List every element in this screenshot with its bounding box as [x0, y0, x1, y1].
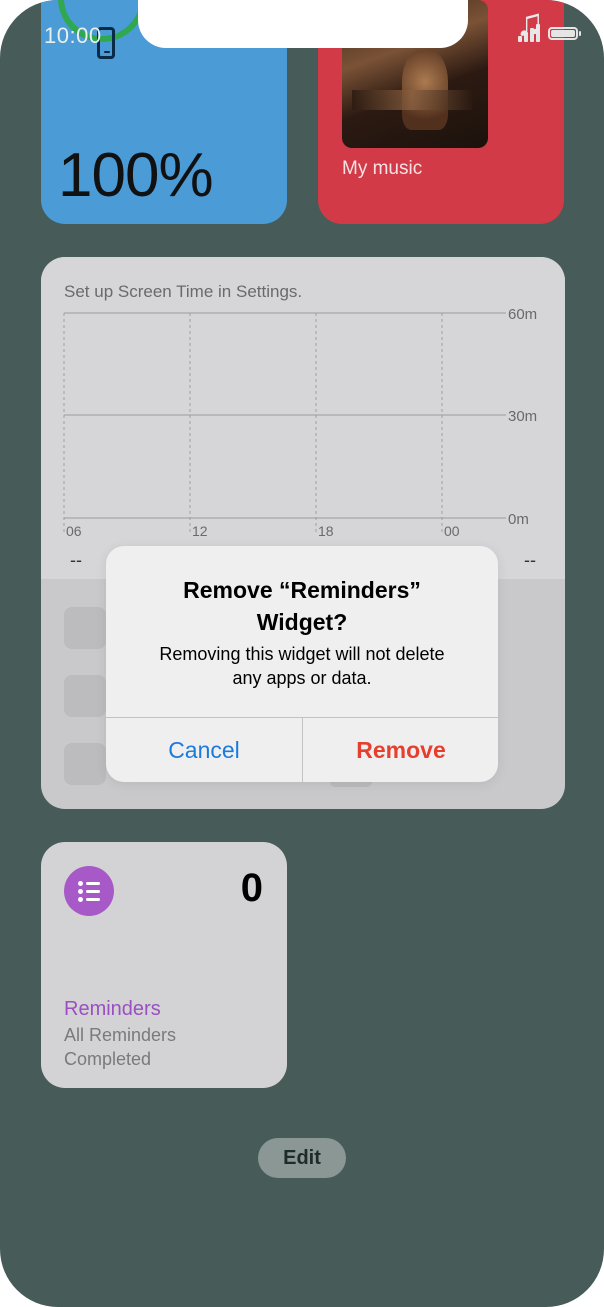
list-icon: [64, 866, 114, 916]
alert-message-line-2: any apps or data.: [232, 668, 372, 688]
alert-title: Remove “Reminders” Widget?: [126, 574, 478, 638]
music-widget-label: My music: [342, 158, 423, 179]
remove-widget-alert: Remove “Reminders” Widget? Removing this…: [106, 546, 498, 782]
x-label-06: 06: [66, 523, 82, 539]
screen-time-left-value: --: [70, 550, 82, 570]
alert-title-line-2: Widget?: [256, 609, 348, 635]
x-label-18: 18: [318, 523, 334, 539]
home-screen: 10:00 100% My music ♫ Set up Screen Time…: [0, 0, 604, 1307]
app-placeholder: [64, 675, 106, 717]
cancel-button[interactable]: Cancel: [106, 718, 302, 782]
alert-title-line-1: Remove “Reminders”: [183, 577, 421, 603]
battery-percent: 100%: [58, 141, 214, 210]
x-label-00: 00: [444, 523, 460, 539]
y-label-60m: 60m: [508, 306, 537, 323]
app-placeholder: [64, 607, 106, 649]
y-label-30m: 30m: [508, 408, 537, 425]
music-note-icon: ♫: [515, 2, 545, 44]
remove-button[interactable]: Remove: [303, 718, 498, 782]
reminders-title: Reminders: [64, 998, 161, 1020]
reminders-subtitle-2: Completed: [64, 1049, 152, 1069]
battery-icon: [548, 26, 581, 40]
alert-message: Removing this widget will not delete any…: [126, 642, 478, 690]
x-label-12: 12: [192, 523, 208, 539]
edit-button[interactable]: Edit: [258, 1138, 346, 1178]
display-notch: [138, 0, 468, 48]
alert-message-line-1: Removing this widget will not delete: [159, 644, 445, 664]
screen-time-right-value: --: [524, 550, 536, 570]
reminders-widget[interactable]: 0 Reminders All Reminders Completed: [41, 842, 287, 1088]
screen-time-chart: 60m 30m 0m 06 12 18 00: [63, 306, 537, 539]
status-time: 10:00: [44, 23, 102, 48]
y-label-0m: 0m: [508, 511, 529, 528]
reminders-subtitle: All Reminders: [64, 1025, 177, 1045]
reminders-count: 0: [240, 866, 263, 910]
app-placeholder: [64, 743, 106, 785]
